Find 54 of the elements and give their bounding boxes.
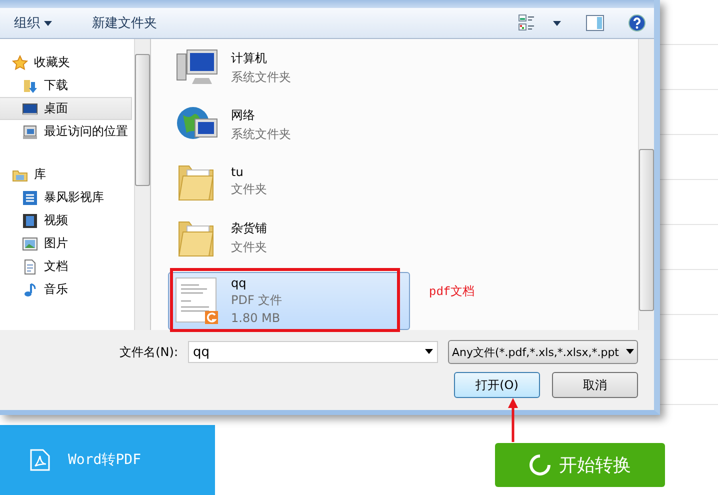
file-name: 计算机 [231, 50, 268, 68]
file-name: 网络 [231, 106, 256, 124]
download-icon [22, 78, 38, 94]
file-item[interactable]: 网络 系统文件夹 [168, 100, 410, 150]
organize-button[interactable]: 组织 [8, 11, 58, 35]
caret-icon [44, 21, 52, 27]
filename-label: 文件名(N): [120, 344, 178, 360]
file-type: 系统文件夹 [231, 126, 291, 143]
file-type: 文件夹 [231, 239, 267, 256]
nav-item[interactable]: 下载 [0, 74, 134, 97]
caret-icon [425, 349, 433, 355]
document-thumbnail-icon [175, 276, 219, 325]
file-type: 系统文件夹 [231, 69, 291, 86]
file-type-dropdown[interactable]: Any文件(*.pdf,*.xls,*.xlsx,*.ppt [448, 340, 638, 364]
pdf-icon [30, 449, 50, 471]
help-icon[interactable] [628, 14, 646, 32]
nav-item[interactable]: 视频 [0, 209, 134, 232]
document-icon [22, 258, 38, 274]
scrollbar[interactable] [134, 39, 150, 330]
filename-field[interactable]: qq [188, 341, 438, 363]
file-item[interactable]: tu 文件夹 [168, 156, 410, 207]
desktop-icon [22, 100, 38, 116]
file-type: PDF 文件 [231, 292, 282, 310]
nav-group[interactable]: 库 [0, 163, 134, 186]
nav-item[interactable]: 音乐 [0, 278, 134, 301]
recent-icon [22, 124, 38, 140]
file-size: 1.80 MB [231, 311, 282, 326]
nav-item[interactable]: 图片 [0, 232, 134, 255]
annotation-arrow [508, 398, 518, 443]
nav-item[interactable]: 文档 [0, 255, 134, 278]
caret-icon[interactable] [552, 19, 562, 27]
file-item[interactable]: 计算机 系统文件夹 [168, 43, 410, 94]
music-icon [22, 282, 38, 298]
file-type: 文件夹 [231, 181, 267, 198]
scrollbar[interactable] [638, 39, 654, 330]
open-button[interactable]: 打开(O) [454, 372, 540, 398]
file-name: qq [231, 276, 248, 290]
file-name: 杂货铺 [231, 220, 267, 238]
annotation-label: pdf文档 [429, 284, 475, 300]
refresh-icon [529, 454, 551, 476]
nav-group[interactable]: 收藏夹 [0, 51, 134, 74]
star-icon [12, 54, 28, 70]
preview-pane-icon[interactable] [586, 15, 604, 31]
media-icon [22, 190, 38, 206]
nav-item[interactable]: 暴风影视库 [0, 186, 134, 209]
nav-item[interactable]: 最近访问的位置 [0, 120, 134, 143]
nav-item[interactable]: 桌面 [0, 97, 132, 120]
file-item[interactable]: 杂货铺 文件夹 [168, 212, 410, 264]
picture-icon [22, 236, 38, 252]
caret-icon [626, 349, 634, 355]
new-folder-button[interactable]: 新建文件夹 [86, 11, 164, 35]
video-icon [22, 212, 38, 228]
file-name: tu [231, 165, 244, 180]
cancel-button[interactable]: 取消 [552, 372, 638, 398]
